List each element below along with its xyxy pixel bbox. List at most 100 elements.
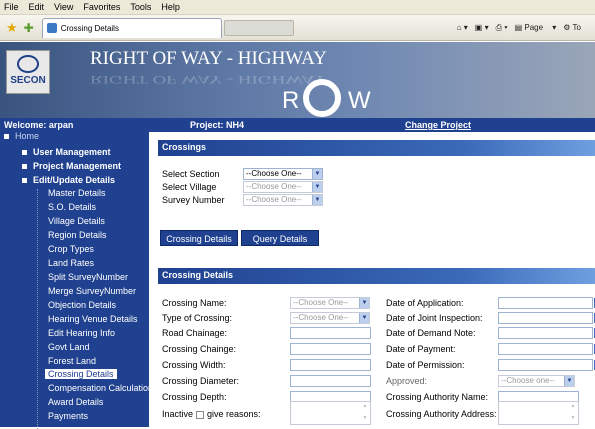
chevron-down-icon: ▼ [359, 313, 369, 323]
row-logo: R W [282, 79, 371, 117]
menu-file[interactable]: File [4, 2, 19, 12]
feeds-icon[interactable]: ▣ ▾ [475, 23, 489, 32]
date-of-permission-label: Date of Permission: [386, 360, 465, 370]
tab-title: Crossing Details [60, 23, 119, 33]
sidebar-edit-update-details[interactable]: Edit/Update Details [22, 175, 115, 185]
date-of-demand-note-input[interactable]: ▼ [498, 327, 595, 339]
sidebar-project-management[interactable]: Project Management [22, 161, 121, 171]
tree-bullet-icon [22, 150, 27, 156]
print-icon[interactable]: ⎙ ▾ [496, 23, 508, 33]
chevron-down-icon: ▼ [564, 376, 574, 386]
crossing-diameter-input[interactable] [290, 375, 371, 387]
road-chainage-label: Road Chainage: [162, 328, 228, 338]
project-text: Project: NH4 [190, 120, 245, 130]
approved-dropdown[interactable]: --Choose one-- ▼ [498, 375, 575, 387]
crossing-chainge-label: Crossing Chainge: [162, 344, 237, 354]
sidebar-item-compensation-calculation[interactable]: Compensation Calculation [48, 383, 153, 393]
type-of-crossing-dropdown[interactable]: --Choose One-- ▼ [290, 312, 370, 324]
select-section-label: Select Section [162, 169, 220, 179]
home-icon[interactable]: ⌂ ▾ [457, 23, 468, 32]
svg-text:R: R [282, 87, 299, 114]
sidebar-item-crop-types[interactable]: Crop Types [48, 244, 94, 254]
date-of-joint-inspection-input[interactable]: ▼ [498, 312, 595, 324]
sidebar: Home User Management Project Management … [0, 131, 153, 429]
inactive-row: Inactive give reasons: [162, 409, 261, 419]
chevron-down-icon: ▼ [312, 195, 322, 205]
browser-toolbar: ★ ✚ Crossing Details ⌂ ▾ ▣ ▾ ⎙ ▾ ▤ Page … [0, 15, 595, 41]
survey-number-label: Survey Number [162, 195, 225, 205]
select-village-label: Select Village [162, 182, 217, 192]
add-favorites-icon[interactable]: ✚ [24, 21, 34, 35]
svg-text:W: W [348, 87, 371, 114]
sidebar-item-region-details[interactable]: Region Details [48, 230, 107, 240]
date-of-demand-note-label: Date of Demand Note: [386, 328, 476, 338]
menu-help[interactable]: Help [161, 2, 180, 12]
sidebar-item-so-details[interactable]: S.O. Details [48, 202, 96, 212]
date-of-application-input[interactable]: ▼ [498, 297, 595, 309]
tools-menu[interactable]: ⚙ To [563, 23, 588, 32]
sidebar-item-village-details[interactable]: Village Details [48, 216, 105, 226]
inactive-checkbox[interactable] [196, 410, 205, 419]
sidebar-item-govt-land[interactable]: Govt Land [48, 342, 90, 352]
tree-bullet-icon [22, 178, 27, 184]
tree-bullet-icon [22, 164, 27, 170]
sidebar-item-edit-hearing-info[interactable]: Edit Hearing Info [48, 328, 115, 338]
tree-line [37, 189, 38, 429]
sidebar-item-objection-details[interactable]: Objection Details [48, 300, 116, 310]
new-tab-button[interactable] [223, 19, 294, 36]
sidebar-item-master-details[interactable]: Master Details [48, 188, 106, 198]
sidebar-user-management[interactable]: User Management [22, 147, 111, 157]
menu-view[interactable]: View [54, 2, 73, 12]
crossing-details-button[interactable]: Crossing Details [160, 230, 238, 246]
change-project-link[interactable]: Change Project [405, 120, 471, 130]
give-reasons-textarea[interactable]: ▲ ▼ [290, 401, 371, 425]
menu-edit[interactable]: Edit [29, 2, 45, 12]
date-of-application-label: Date of Application: [386, 298, 464, 308]
road-chainage-input[interactable] [290, 327, 371, 339]
sidebar-item-crossing-details[interactable]: Crossing Details [45, 369, 117, 379]
crossing-width-label: Crossing Width: [162, 360, 226, 370]
sidebar-item-merge-surveynumber[interactable]: Merge SurveyNumber [48, 286, 136, 296]
sidebar-item-land-rates[interactable]: Land Rates [48, 258, 94, 268]
sidebar-item-payments[interactable]: Payments [48, 411, 88, 421]
date-of-permission-input[interactable]: ▼ [498, 359, 595, 371]
query-details-button[interactable]: Query Details [241, 230, 319, 246]
menu-favorites[interactable]: Favorites [83, 2, 120, 12]
globe-icon [17, 55, 39, 73]
sidebar-item-award-details[interactable]: Award Details [48, 397, 103, 407]
crossings-section-header: Crossings [158, 140, 595, 156]
sidebar-home[interactable]: Home [4, 131, 39, 141]
date-of-payment-label: Date of Payment: [386, 344, 456, 354]
date-of-joint-inspection-label: Date of Joint Inspection: [386, 313, 483, 323]
crossing-name-label: Crossing Name: [162, 298, 227, 308]
tree-bullet-icon [4, 134, 9, 140]
crossing-authority-address-textarea[interactable]: ▲ ▼ [498, 401, 579, 425]
menu-tools[interactable]: Tools [130, 2, 151, 12]
main-content: Crossings Select Section --Choose One-- ▼… [149, 132, 595, 427]
welcome-text: Welcome: arpan [4, 120, 74, 130]
crossing-name-dropdown[interactable]: --Choose One-- ▼ [290, 297, 370, 309]
favorites-star-icon[interactable]: ★ [6, 20, 18, 36]
crossing-details-section-header: Crossing Details [158, 268, 595, 284]
chevron-down-icon: ▼ [312, 182, 322, 192]
secon-logo: SECON [6, 50, 50, 94]
crossing-chainge-input[interactable] [290, 343, 371, 355]
sidebar-item-forest-land[interactable]: Forest Land [48, 356, 96, 366]
sidebar-item-hearing-venue-details[interactable]: Hearing Venue Details [48, 314, 138, 324]
crossing-depth-label: Crossing Depth: [162, 392, 227, 402]
chevron-down-icon: ▼ [359, 298, 369, 308]
browser-tab[interactable]: Crossing Details [41, 17, 222, 38]
ie-page-icon [46, 23, 57, 33]
select-section-dropdown[interactable]: --Choose One-- ▼ [243, 168, 323, 180]
sidebar-item-split-surveynumber[interactable]: Split SurveyNumber [48, 272, 128, 282]
page-menu[interactable]: ▤ Page ▾ [515, 23, 557, 32]
chevron-down-icon: ▼ [312, 169, 322, 179]
crossing-authority-address-label: Crossing Authority Address: [386, 409, 497, 419]
select-village-dropdown[interactable]: --Choose One-- ▼ [243, 181, 323, 193]
info-bar: Welcome: arpan Project: NH4 Change Proje… [0, 118, 595, 132]
date-of-payment-input[interactable]: ▼ [498, 343, 595, 355]
crossing-width-input[interactable] [290, 359, 371, 371]
survey-number-dropdown[interactable]: --Choose One-- ▼ [243, 194, 323, 206]
crossing-diameter-label: Crossing Diameter: [162, 376, 240, 386]
menu-bar: File Edit View Favorites Tools Help [0, 0, 595, 15]
